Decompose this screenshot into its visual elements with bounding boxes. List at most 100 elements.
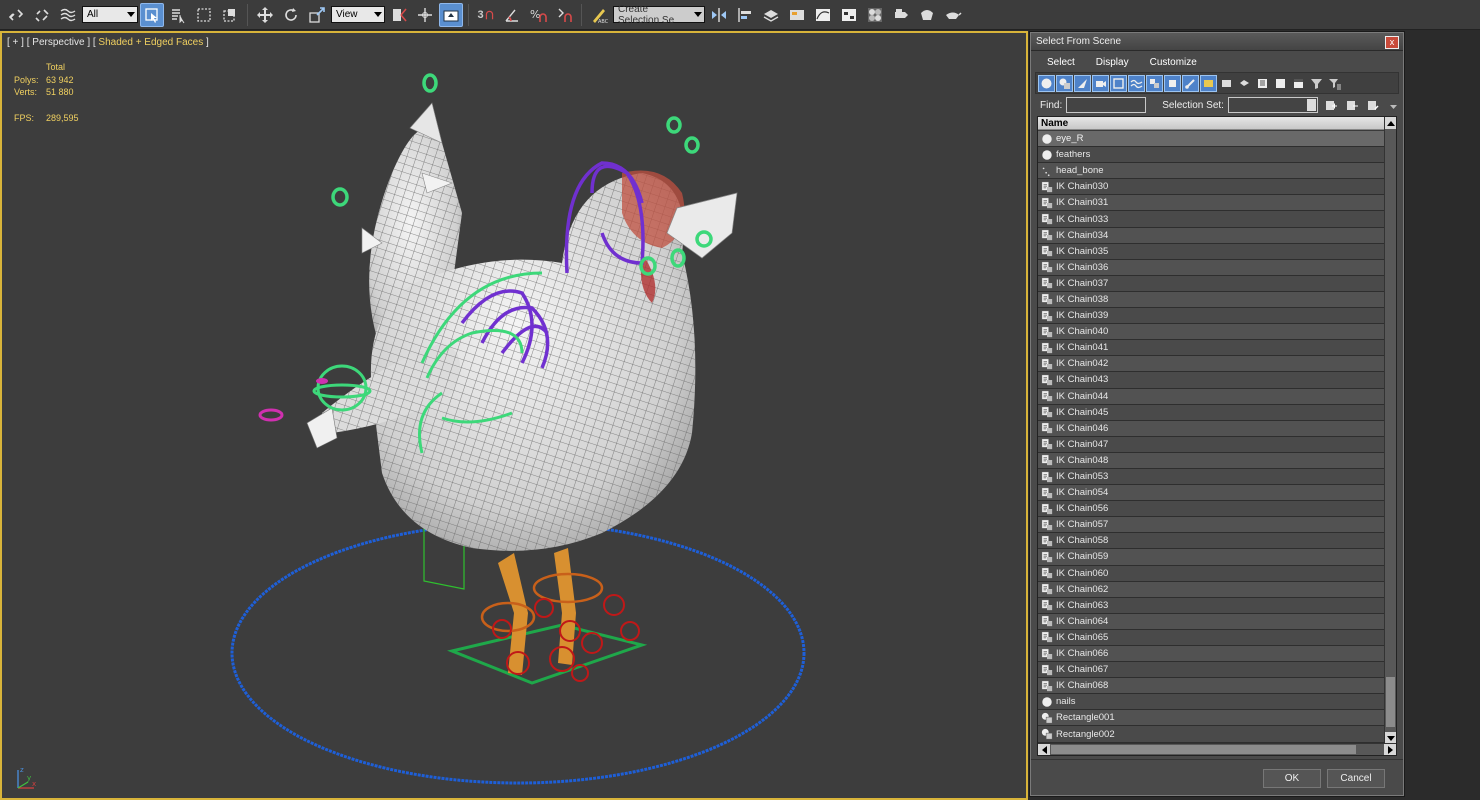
horizontal-scrollbar[interactable] xyxy=(1038,743,1396,755)
pivot-icon[interactable] xyxy=(387,3,411,27)
scene-object-row[interactable]: IK Chain048 xyxy=(1038,452,1385,469)
edit-selection-set-icon[interactable] xyxy=(1364,97,1381,114)
scene-object-row[interactable]: IK Chain045 xyxy=(1038,404,1385,421)
find-input[interactable] xyxy=(1066,97,1147,113)
scene-object-row[interactable]: IK Chain043 xyxy=(1038,372,1385,389)
edit-named-sets-icon[interactable]: ABC xyxy=(587,3,611,27)
frozen-filter-icon[interactable] xyxy=(1218,75,1235,92)
select-manipulate-icon[interactable] xyxy=(413,3,437,27)
add-selection-set-icon[interactable] xyxy=(1322,97,1339,114)
find-options-icon[interactable] xyxy=(1385,97,1402,114)
scene-object-row[interactable]: IK Chain060 xyxy=(1038,565,1385,582)
scene-object-row[interactable]: IK Chain040 xyxy=(1038,324,1385,341)
render-icon[interactable] xyxy=(941,3,965,27)
named-selection-dropdown[interactable]: Create Selection Se xyxy=(613,4,705,26)
layer-icon[interactable] xyxy=(759,3,783,27)
geometry-filter-icon[interactable] xyxy=(1038,74,1055,92)
scene-object-row[interactable]: IK Chain035 xyxy=(1038,243,1385,260)
scene-object-row[interactable]: head_bone xyxy=(1038,163,1385,180)
select-by-name-icon[interactable] xyxy=(166,3,190,27)
scale-icon[interactable] xyxy=(305,3,329,27)
menu-select[interactable]: Select xyxy=(1037,57,1086,68)
selection-set-dropdown[interactable] xyxy=(1227,97,1318,113)
remove-selection-set-icon[interactable] xyxy=(1343,97,1360,114)
window-crossing-icon[interactable] xyxy=(218,3,242,27)
scene-object-row[interactable]: IK Chain066 xyxy=(1038,646,1385,663)
keyboard-shortcut-icon[interactable] xyxy=(439,2,463,27)
groups-filter-icon[interactable] xyxy=(1146,74,1163,92)
select-object-icon[interactable] xyxy=(140,2,164,27)
scene-object-row[interactable]: eye_R xyxy=(1038,131,1385,148)
mirror-icon[interactable] xyxy=(707,3,731,27)
cancel-button[interactable]: Cancel xyxy=(1327,769,1385,788)
lights-filter-icon[interactable] xyxy=(1074,74,1091,92)
scroll-up-icon[interactable] xyxy=(1385,117,1396,129)
scene-object-row[interactable]: IK Chain067 xyxy=(1038,662,1385,679)
scene-object-row[interactable]: IK Chain034 xyxy=(1038,227,1385,244)
scene-object-row[interactable]: IK Chain037 xyxy=(1038,275,1385,292)
filter-icon[interactable] xyxy=(1308,75,1325,92)
select-invert-icon[interactable] xyxy=(1290,75,1307,92)
helpers-filter-icon[interactable] xyxy=(1110,74,1127,92)
link-icon[interactable] xyxy=(4,3,28,27)
scene-object-row[interactable]: IK Chain030 xyxy=(1038,179,1385,196)
horizontal-scroll-thumb[interactable] xyxy=(1051,745,1356,754)
unlink-icon[interactable] xyxy=(30,3,54,27)
cameras-filter-icon[interactable] xyxy=(1092,74,1109,92)
scene-object-row[interactable]: IK Chain064 xyxy=(1038,613,1385,630)
vertical-scroll-thumb[interactable] xyxy=(1386,677,1395,727)
select-all-icon[interactable] xyxy=(1254,75,1271,92)
angle-snap-icon[interactable] xyxy=(500,3,524,27)
name-column-header[interactable]: Name xyxy=(1038,117,1385,130)
ok-button[interactable]: OK xyxy=(1263,769,1321,788)
scene-object-row[interactable]: IK Chain031 xyxy=(1038,195,1385,212)
scene-object-row[interactable]: IK Chain059 xyxy=(1038,549,1385,566)
spinner-snap-icon[interactable] xyxy=(552,3,576,27)
snap-icon[interactable]: 3 xyxy=(474,3,498,27)
select-none-icon[interactable] xyxy=(1272,75,1289,92)
ankle-controls[interactable] xyxy=(480,572,604,633)
scene-object-row[interactable]: IK Chain058 xyxy=(1038,533,1385,550)
percent-snap-icon[interactable]: % xyxy=(526,3,550,27)
scene-object-row[interactable]: IK Chain053 xyxy=(1038,468,1385,486)
chicken-rig-scene[interactable] xyxy=(2,33,1026,798)
scroll-right-icon[interactable] xyxy=(1384,744,1396,755)
scene-object-row[interactable]: Rectangle001 xyxy=(1038,710,1385,727)
scene-object-row[interactable]: IK Chain038 xyxy=(1038,291,1385,309)
bones-filter-icon[interactable] xyxy=(1182,74,1199,92)
material-editor-icon[interactable] xyxy=(863,3,887,27)
scene-object-row[interactable]: IK Chain042 xyxy=(1038,356,1385,373)
dialog-title-bar[interactable]: Select From Scene xyxy=(1031,33,1403,51)
tail-pivot-control[interactable] xyxy=(258,408,284,422)
render-setup-icon[interactable] xyxy=(889,3,913,27)
menu-customize[interactable]: Customize xyxy=(1140,57,1208,68)
bind-icon[interactable] xyxy=(56,3,80,27)
rendered-frame-icon[interactable] xyxy=(915,3,939,27)
hidden-filter-icon[interactable] xyxy=(1236,75,1253,92)
move-icon[interactable] xyxy=(253,3,277,27)
foot-plane-control[interactable] xyxy=(447,623,648,685)
selection-filter-dropdown[interactable]: All xyxy=(82,6,138,23)
scene-object-row[interactable]: IK Chain033 xyxy=(1038,211,1385,228)
align-icon[interactable] xyxy=(733,3,757,27)
scene-object-row[interactable]: IK Chain036 xyxy=(1038,259,1385,276)
rotate-icon[interactable] xyxy=(279,3,303,27)
spacewarps-filter-icon[interactable] xyxy=(1128,74,1145,92)
scene-object-row[interactable]: IK Chain041 xyxy=(1038,340,1385,357)
schematic-icon[interactable] xyxy=(837,3,861,27)
wing-pivot-control[interactable] xyxy=(316,378,328,384)
menu-display[interactable]: Display xyxy=(1086,57,1140,68)
scene-object-row[interactable]: Rectangle002 xyxy=(1038,726,1385,743)
scene-object-row[interactable]: IK Chain068 xyxy=(1038,678,1385,695)
scene-object-row[interactable]: IK Chain044 xyxy=(1038,388,1385,405)
scroll-left-icon[interactable] xyxy=(1038,744,1050,755)
graphite-icon[interactable] xyxy=(785,3,809,27)
scene-object-row[interactable]: nails xyxy=(1038,694,1385,711)
containers-filter-icon[interactable] xyxy=(1200,74,1217,92)
scene-object-row[interactable]: IK Chain056 xyxy=(1038,501,1385,518)
scene-object-row[interactable]: IK Chain054 xyxy=(1038,485,1385,502)
rect-select-icon[interactable] xyxy=(192,3,216,27)
filter-options-icon[interactable] xyxy=(1326,75,1343,92)
reference-coord-dropdown[interactable]: View xyxy=(331,6,385,23)
curve-editor-icon[interactable] xyxy=(811,3,835,27)
